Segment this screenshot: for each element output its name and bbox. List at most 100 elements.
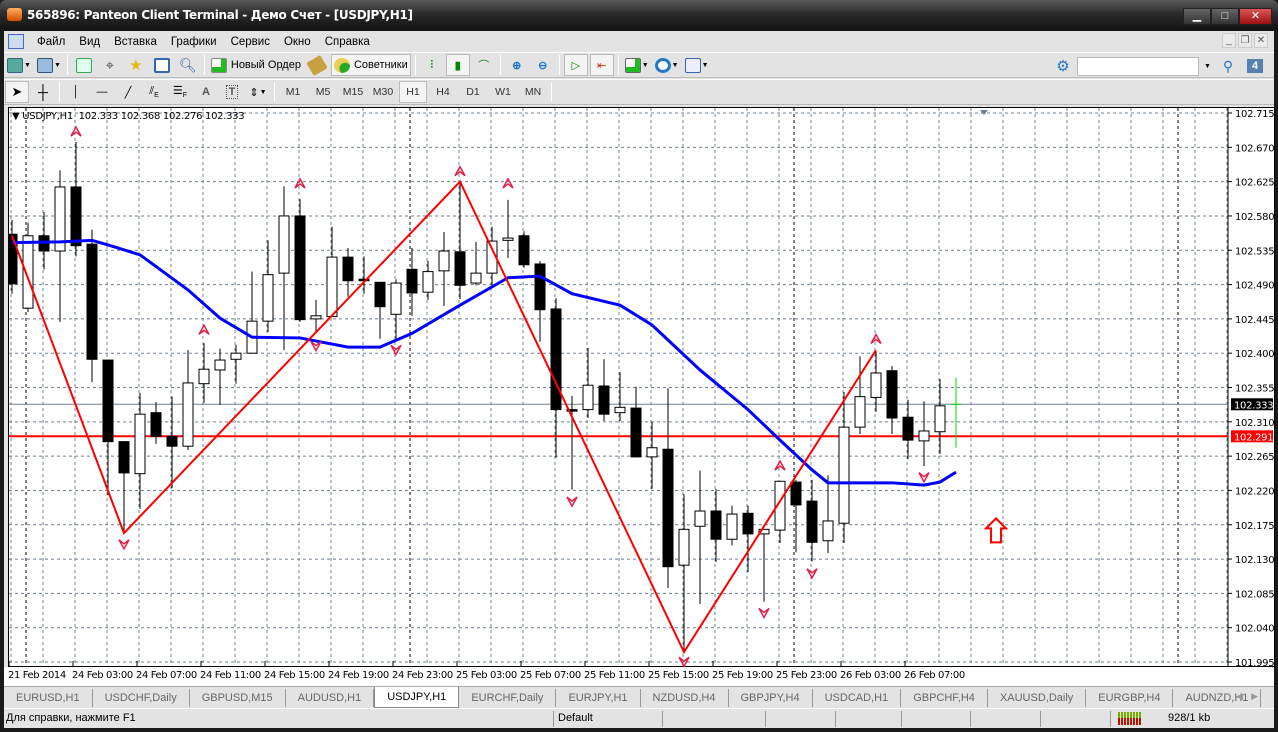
search-input[interactable]	[1077, 56, 1199, 76]
candle	[198, 343, 210, 403]
chart-minimize-button[interactable]: _	[1222, 33, 1236, 48]
indicators-button[interactable]: ▼	[623, 54, 651, 76]
text-label-button[interactable]: T	[220, 81, 244, 103]
candle	[86, 229, 98, 383]
chart-tab[interactable]: AUDUSD,H1	[286, 689, 375, 707]
text-button[interactable]: A	[194, 81, 218, 103]
period-m1[interactable]: M1	[279, 81, 307, 103]
period-mn[interactable]: MN	[519, 81, 547, 103]
chart-info: ▼ USDJPY,H1 102.333 102.368 102.276 102.…	[12, 111, 245, 122]
chart-tab[interactable]: GBPUSD,M15	[190, 689, 286, 707]
maximize-button[interactable]: □	[1211, 8, 1239, 25]
menu-window[interactable]: Окно	[277, 36, 318, 48]
candle	[838, 392, 850, 544]
text-label-icon: T	[225, 85, 239, 99]
candle	[134, 392, 146, 509]
new-order-label: Новый Ордер	[230, 59, 301, 71]
chart-tab[interactable]: USDCHF,Daily	[93, 689, 190, 707]
bar-chart-button[interactable]: ⫶	[420, 54, 444, 76]
chart-tab[interactable]: EURCHF,Daily	[459, 689, 557, 707]
fibonacci-button[interactable]: ☰F	[168, 81, 192, 103]
bullish-candle-body	[614, 406, 626, 414]
autoscroll-button[interactable]: ▷	[563, 54, 588, 76]
chart-tab[interactable]: USDCAD,H1	[813, 689, 902, 707]
chart-tab[interactable]: GBPCHF,H4	[901, 689, 988, 707]
chart-tab[interactable]: NZDUSD,H4	[641, 689, 729, 707]
bearish-candle-body	[342, 256, 354, 282]
cursor-button[interactable]: ➤	[5, 81, 29, 103]
templates-button[interactable]: ▼	[683, 54, 711, 76]
bearish-candle-body	[598, 385, 610, 415]
candlestick-chart-button[interactable]: ▮	[445, 54, 470, 76]
candle	[166, 396, 178, 489]
price-chart[interactable]: 102.715 102.670 102.625 102.580 102.535 102.4…	[9, 108, 1276, 668]
chart-tab[interactable]: EURUSD,H1	[4, 689, 93, 707]
data-window-button[interactable]: ⌖	[98, 54, 122, 76]
zoom-out-button[interactable]: ⊖	[531, 54, 555, 76]
price-label: 102.490	[1235, 281, 1274, 292]
tab-scroll-arrows[interactable]: ◀▶	[1236, 691, 1266, 702]
close-button[interactable]: ✕	[1239, 8, 1272, 25]
new-order-button[interactable]: Новый Ордер	[209, 54, 303, 76]
price-label: 102.040	[1235, 624, 1274, 635]
chart-shift-button[interactable]: ⇤	[589, 54, 614, 76]
line-chart-button[interactable]: ⌒	[472, 54, 496, 76]
period-h1[interactable]: H1	[399, 81, 427, 103]
candle	[406, 247, 418, 316]
settings-button[interactable]: ⚙	[1051, 55, 1075, 77]
equidistant-channel-button[interactable]: ⫽E	[142, 81, 166, 103]
search-dropdown[interactable]: ▼	[1201, 55, 1213, 77]
menu-file[interactable]: Файл	[30, 36, 72, 48]
price-label: 102.265	[1235, 452, 1274, 463]
chart-tab[interactable]: XAUUSD,Daily	[988, 689, 1087, 707]
bullish-candle-body	[678, 528, 690, 566]
new-chart-button[interactable]: ▼	[5, 54, 33, 76]
menu-insert[interactable]: Вставка	[107, 36, 164, 48]
collapse-triangle-icon[interactable]: ▼	[12, 111, 20, 122]
navigator-button[interactable]: ★	[124, 54, 148, 76]
profiles-icon	[36, 57, 53, 73]
trendline-button[interactable]: ╱	[116, 81, 140, 103]
profiles-button[interactable]: ▼	[35, 54, 63, 76]
chat-button[interactable]: 4	[1243, 55, 1267, 77]
chart-window-icon[interactable]	[8, 34, 24, 49]
menu-view[interactable]: Вид	[72, 36, 107, 48]
minimize-button[interactable]: ▁	[1183, 8, 1211, 25]
vertical-line-button[interactable]: │	[64, 81, 88, 103]
chart-tab[interactable]: EURJPY,H1	[556, 689, 641, 707]
search-button[interactable]: ⚲	[1216, 55, 1240, 77]
fractal-up-arrow-icon	[454, 165, 466, 177]
menu-help[interactable]: Справка	[318, 36, 377, 48]
crosshair-button[interactable]: ┼	[31, 81, 55, 103]
periods-button[interactable]: ▼	[653, 54, 681, 76]
chart-window[interactable]: ▼ USDJPY,H1 102.333 102.368 102.276 102.…	[8, 107, 1276, 668]
expert-advisors-button[interactable]: Советники	[330, 54, 411, 76]
candle	[646, 421, 658, 489]
horizontal-line-button[interactable]: —	[90, 81, 114, 103]
bearish-candle-body	[374, 281, 386, 308]
zoom-in-button[interactable]: ⊕	[505, 54, 529, 76]
period-w1[interactable]: W1	[489, 81, 517, 103]
candle	[694, 470, 706, 605]
chart-restore-button[interactable]: ❐	[1238, 33, 1252, 48]
market-watch-button[interactable]	[72, 54, 96, 76]
autotrading-button[interactable]	[305, 54, 329, 76]
chart-tab[interactable]: EURGBP,H4	[1086, 689, 1174, 707]
time-label: 25 Feb 23:00	[776, 670, 837, 681]
arrows-button[interactable]: ⇕ ▼	[246, 81, 270, 103]
strategy-tester-button[interactable]: 🔍︎	[176, 54, 200, 76]
period-m5[interactable]: M5	[309, 81, 337, 103]
period-m15[interactable]: M15	[339, 81, 367, 103]
menu-tools[interactable]: Сервис	[224, 36, 277, 48]
menu-charts[interactable]: Графики	[164, 36, 224, 48]
chart-tab[interactable]: USDJPY,H1	[374, 687, 460, 708]
fractal-up-arrow-icon	[294, 177, 306, 189]
period-m30[interactable]: M30	[369, 81, 397, 103]
price-label: 102.400	[1235, 349, 1274, 360]
chart-close-button[interactable]: ✕	[1254, 33, 1268, 48]
chart-tab[interactable]: GBPJPY,H4	[729, 689, 813, 707]
terminal-button[interactable]	[150, 54, 174, 76]
period-d1[interactable]: D1	[459, 81, 487, 103]
period-h4[interactable]: H4	[429, 81, 457, 103]
candle	[758, 528, 770, 602]
